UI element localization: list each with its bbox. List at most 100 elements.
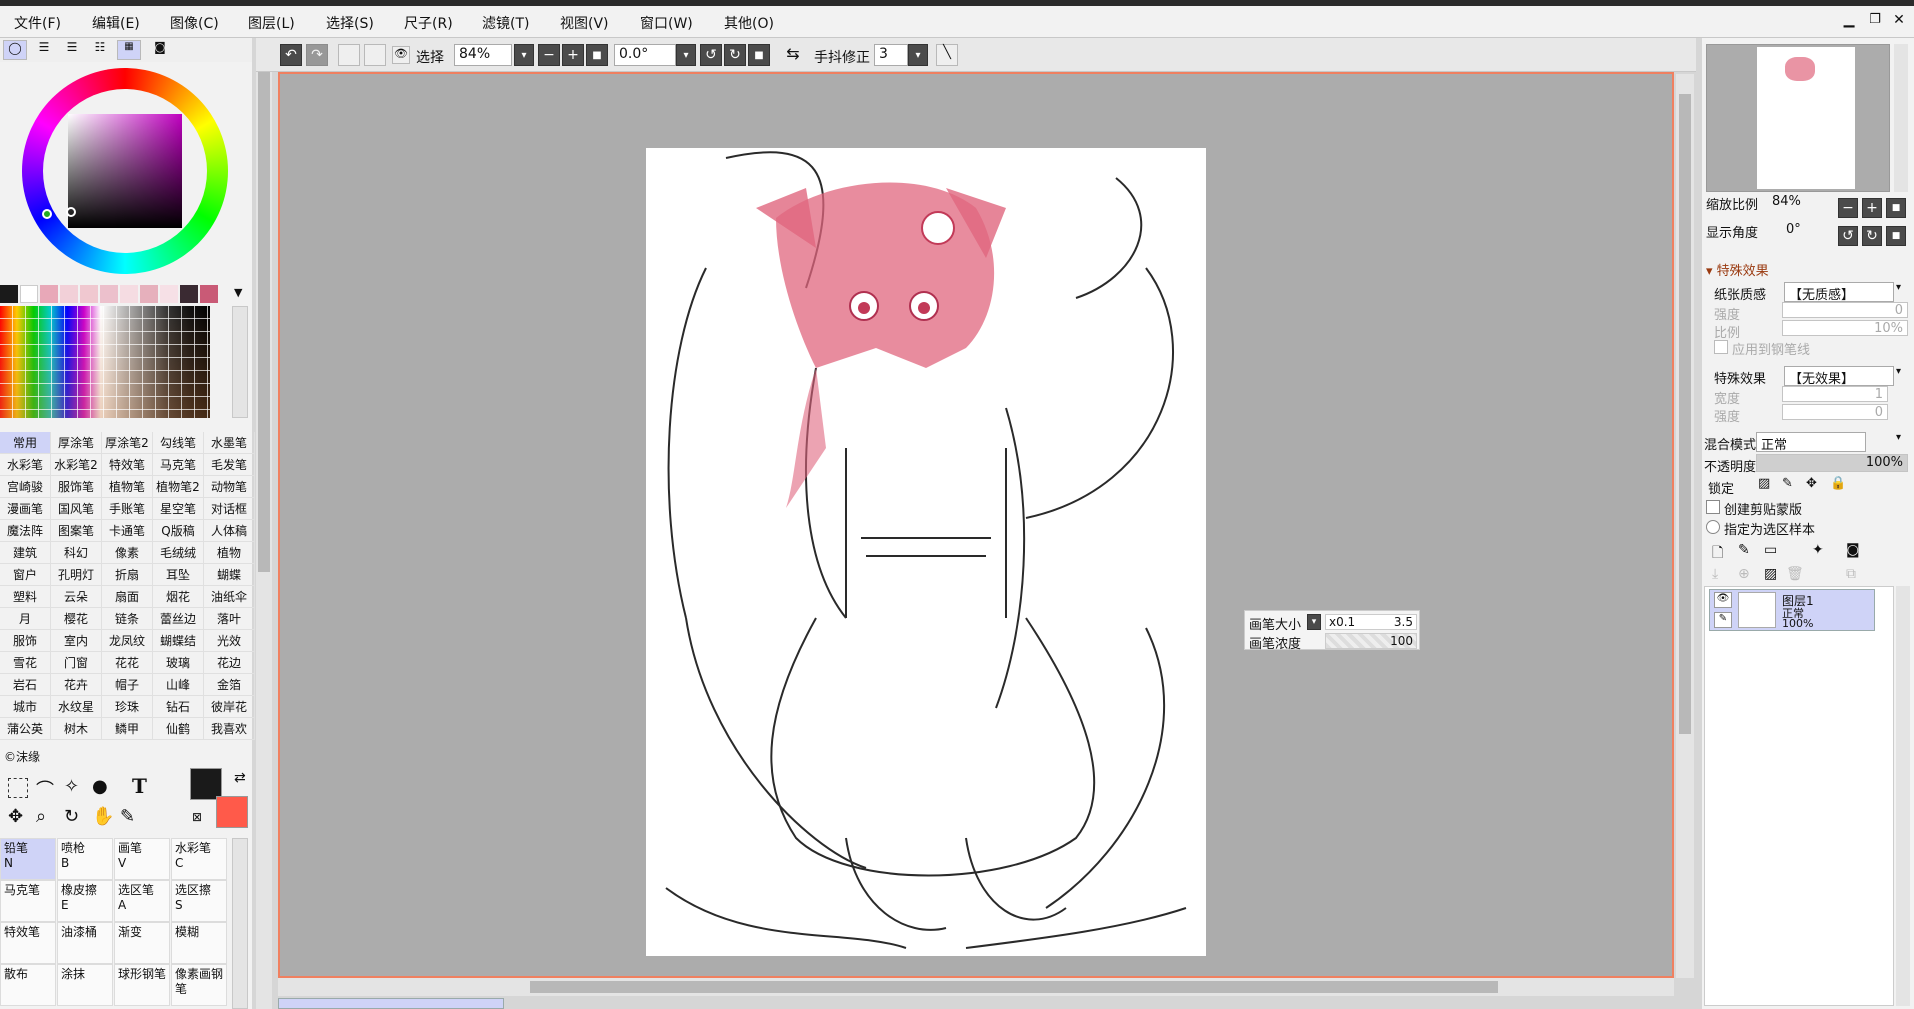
swatch[interactable] (180, 285, 198, 303)
brush-tab[interactable]: 塑料 (0, 586, 51, 608)
nav-zoom-value[interactable]: 84% (1772, 194, 1801, 209)
zoom-out-button[interactable]: − (538, 44, 560, 66)
tool-cell[interactable]: 选区笔 A (114, 880, 170, 922)
copy-layer-icon[interactable]: ⊕ (1738, 566, 1750, 582)
tool-cell[interactable]: 画笔 V (114, 838, 170, 880)
brush-tab[interactable]: 玻璃 (153, 652, 204, 674)
menu-window[interactable]: 窗口(W) (640, 13, 693, 33)
brush-tab[interactable]: 科幻 (51, 542, 102, 564)
flip-horizontal-icon[interactable]: ⇆ (782, 44, 804, 66)
line-tool-icon[interactable]: ╲ (936, 44, 958, 66)
rgb-slider-tab-icon[interactable]: ☰ (33, 40, 55, 60)
color-wheel-tab-icon[interactable]: ◯ (3, 40, 27, 60)
layer-effect-icon[interactable]: ✦ (1812, 542, 1824, 558)
hand-icon[interactable]: ✋ (92, 806, 114, 827)
layer-pen-icon[interactable]: ✎ (1714, 612, 1732, 628)
lasso-icon[interactable]: ⌒ (36, 776, 54, 802)
brush-tab[interactable]: 樱花 (51, 608, 102, 630)
brush-tab[interactable]: 蕾丝边 (153, 608, 204, 630)
magic-wand-icon[interactable]: ✧ (64, 776, 79, 797)
panel-scrollbar-thumb[interactable] (258, 72, 270, 572)
merge-down-icon[interactable]: ⤓ (1712, 566, 1718, 582)
brush-tab[interactable]: 毛绒绒 (153, 542, 204, 564)
brush-tab[interactable]: 水纹星 (51, 696, 102, 718)
brush-tab[interactable]: 蝴蝶 (204, 564, 255, 586)
swatch[interactable] (140, 285, 158, 303)
brush-density-slider[interactable]: 100 (1325, 633, 1417, 649)
brush-tab[interactable]: 门窗 (51, 652, 102, 674)
layer-settings-icon[interactable]: ⧉ (1846, 566, 1856, 582)
brush-tab[interactable]: 彼岸花 (204, 696, 255, 718)
zoom-field[interactable]: 84% (454, 44, 512, 66)
scratchpad-tab-icon[interactable]: ◙ (149, 40, 171, 60)
brush-tab[interactable]: 帽子 (102, 674, 153, 696)
palette-scrollbar[interactable] (232, 306, 248, 418)
effects-header[interactable]: ▾ 特殊效果 (1706, 260, 1769, 279)
brush-tab[interactable]: 魔法阵 (0, 520, 51, 542)
tool-cell[interactable]: 像素画钢笔 (171, 964, 227, 1006)
menu-file[interactable]: 文件(F) (14, 13, 61, 33)
menu-image[interactable]: 图像(C) (170, 13, 219, 33)
swatch[interactable] (120, 285, 138, 303)
strength-slider[interactable]: 0 (1782, 302, 1908, 318)
brush-tab[interactable]: 水墨笔 (204, 432, 255, 454)
zoom-dropdown-icon[interactable]: ▾ (514, 44, 534, 66)
canvas-hscrollbar[interactable] (278, 978, 1674, 996)
brush-tab[interactable]: 山峰 (153, 674, 204, 696)
layer-visibility-icon[interactable]: 👁 (1714, 592, 1732, 608)
brush-tab[interactable]: 建筑 (0, 542, 51, 564)
brush-tab[interactable]: 花花 (102, 652, 153, 674)
brush-tab[interactable]: 特效笔 (102, 454, 153, 476)
navigator-scrollbar[interactable] (1894, 44, 1908, 192)
hue-picker-handle[interactable] (42, 209, 52, 219)
document-tab[interactable] (278, 998, 504, 1009)
nav-rotate-reset-button[interactable]: ■ (1886, 226, 1906, 246)
brush-tab[interactable]: 水彩笔 (0, 454, 51, 476)
brush-tab[interactable]: 扇面 (102, 586, 153, 608)
brush-tab[interactable]: 花卉 (51, 674, 102, 696)
tool-cell[interactable]: 水彩笔 C (171, 838, 227, 880)
tool-cell[interactable]: 涂抹 (57, 964, 113, 1006)
swatch[interactable] (200, 285, 218, 303)
lock-paint-icon[interactable]: ✎ (1782, 476, 1793, 491)
redo-icon[interactable]: ↷ (306, 44, 328, 66)
menu-ruler[interactable]: 尺子(R) (404, 13, 453, 33)
brush-tab[interactable]: 珍珠 (102, 696, 153, 718)
brush-tab[interactable]: 毛发笔 (204, 454, 255, 476)
hsv-slider-tab-icon[interactable]: ☰ (61, 40, 83, 60)
menu-edit[interactable]: 编辑(E) (92, 13, 140, 33)
swatch[interactable] (60, 285, 78, 303)
brush-tab[interactable]: 水彩笔2 (51, 454, 102, 476)
canvas-vscrollbar[interactable] (1676, 74, 1694, 978)
tool-cell[interactable]: 橡皮擦 E (57, 880, 113, 922)
tool-cell[interactable]: 球形钢笔 (114, 964, 170, 1006)
nav-rotate-right-button[interactable]: ↻ (1862, 226, 1882, 246)
swatch-tab-icon[interactable]: ▦ (117, 40, 141, 60)
nav-zoom-in-button[interactable]: + (1862, 198, 1882, 218)
new-layer-icon[interactable]: 🗋 (1712, 542, 1723, 566)
blend-dropdown-icon[interactable]: ▾ (1896, 432, 1901, 443)
saturation-value-square[interactable] (68, 114, 182, 228)
brush-tab[interactable]: 耳坠 (153, 564, 204, 586)
texture-select[interactable]: 【无质感】 (1784, 282, 1894, 303)
brush-tab[interactable]: 宫崎骏 (0, 476, 51, 498)
tool-cell[interactable]: 渐变 (114, 922, 170, 964)
brush-tab[interactable]: 龙凤纹 (102, 630, 153, 652)
swatch[interactable] (80, 285, 98, 303)
brush-tab[interactable]: 人体稿 (204, 520, 255, 542)
sv-picker-handle[interactable] (66, 207, 76, 217)
navigator-preview[interactable] (1706, 44, 1890, 192)
brush-tab[interactable]: 钻石 (153, 696, 204, 718)
brush-tab[interactable]: 图案笔 (51, 520, 102, 542)
brush-tab[interactable]: 植物笔2 (153, 476, 204, 498)
scale-slider[interactable]: 10% (1782, 320, 1908, 336)
brush-tab[interactable]: 金箔 (204, 674, 255, 696)
brush-tab[interactable]: 植物笔 (102, 476, 153, 498)
angle-field[interactable]: 0.0° (614, 44, 676, 66)
brush-tab[interactable]: 油纸伞 (204, 586, 255, 608)
width-slider[interactable]: 1 (1782, 386, 1888, 402)
undo-icon[interactable]: ↶ (280, 44, 302, 66)
canvas-document[interactable] (646, 148, 1206, 956)
brush-tab[interactable]: 马克笔 (153, 454, 204, 476)
nav-zoom-reset-button[interactable]: ■ (1886, 198, 1906, 218)
